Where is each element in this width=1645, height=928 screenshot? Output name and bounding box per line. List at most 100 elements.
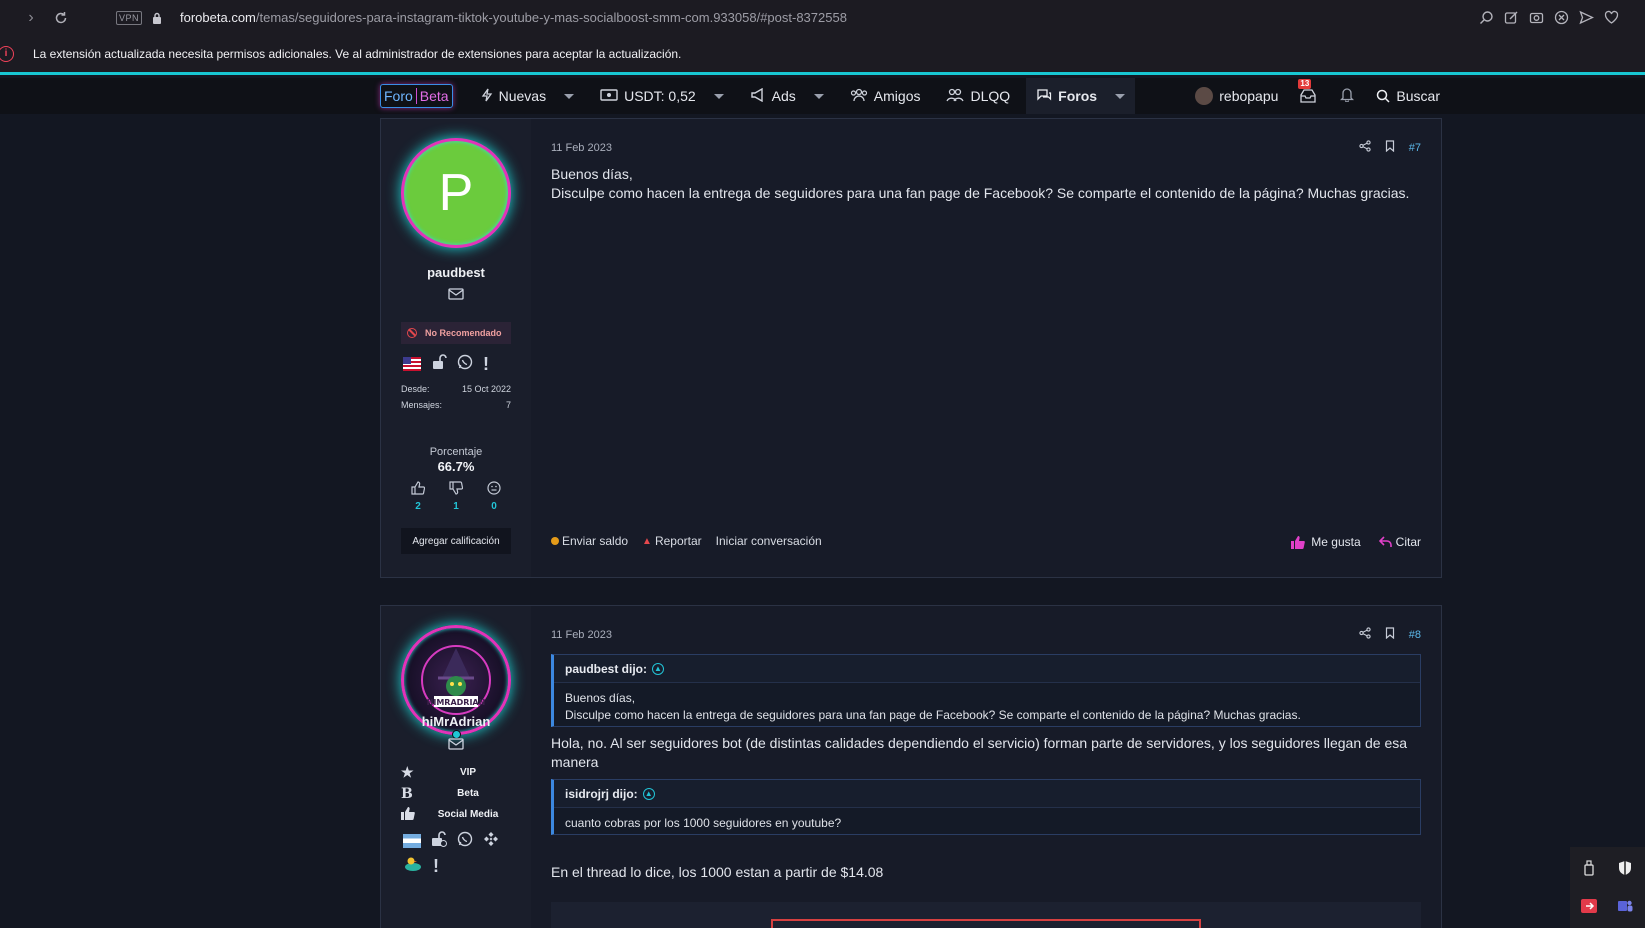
embedded-image[interactable]: [551, 902, 1421, 928]
heart-icon[interactable]: [1603, 10, 1619, 26]
post-date[interactable]: 11 Feb 2023: [551, 142, 612, 154]
zoom-icon[interactable]: [1478, 10, 1494, 26]
chevron-down-icon[interactable]: [813, 93, 824, 99]
send-icon[interactable]: [1578, 10, 1594, 26]
user-votes: 2 1 0: [401, 481, 511, 512]
browser-actions: [1478, 0, 1619, 35]
info-icon: i: [0, 45, 14, 62]
logo-foro: Foro: [384, 88, 417, 104]
url-path: /temas/seguidores-para-instagram-tiktok-…: [255, 10, 847, 25]
nav-amigos[interactable]: Amigos: [850, 88, 920, 105]
camera-icon[interactable]: [1528, 10, 1544, 26]
quote-button[interactable]: Citar: [1378, 535, 1421, 549]
lock-icon[interactable]: [152, 12, 162, 24]
avatar: [1195, 87, 1214, 105]
status-badge: No Recomendado: [401, 322, 511, 344]
chevron-down-icon[interactable]: [1115, 93, 1126, 99]
people-icon: [946, 88, 965, 105]
quote-block: paudbest dijo: ▲ Buenos días, Disculpe c…: [551, 654, 1421, 727]
mail-icon[interactable]: [448, 738, 464, 750]
shield-icon[interactable]: [1616, 859, 1634, 877]
search-button[interactable]: Buscar: [1376, 88, 1440, 104]
arrow-up-icon[interactable]: ▲: [642, 787, 655, 800]
arrow-up-icon[interactable]: ▲: [652, 662, 664, 675]
vpn-badge[interactable]: VPN: [116, 10, 143, 25]
role-vip: ★ VIP: [401, 762, 511, 783]
bell-icon[interactable]: [1340, 87, 1355, 105]
post-message: Buenos días, Disculpe como hacen la entr…: [551, 165, 1409, 203]
quote-header[interactable]: paudbest dijo: ▲: [554, 655, 1420, 683]
nav-foros[interactable]: Foros: [1026, 78, 1136, 114]
share-icon[interactable]: [1359, 140, 1371, 155]
search-label: Buscar: [1396, 88, 1440, 104]
forum-post-8: HIMRADRIAN hiMrAdrian ★ VIP B Beta Social …: [380, 605, 1442, 928]
nav-ads[interactable]: Ads: [750, 87, 824, 105]
reload-icon[interactable]: [46, 3, 76, 33]
chevron-down-icon[interactable]: [713, 93, 724, 99]
post-header: 11 Feb 2023 #8: [551, 627, 1421, 643]
role-social-media: Social Media: [401, 804, 511, 825]
status-badge-label: No Recomendado: [425, 328, 502, 338]
quote-block: isidrojrj dijo: ▲ cuanto cobras por los …: [551, 779, 1421, 835]
user-badges-extra: !: [403, 856, 439, 876]
forum-post-7: P paudbest No Recomendado ! Desde: 15 Oct…: [380, 118, 1442, 578]
quote-body: cuanto cobras por los 1000 seguidores en…: [554, 808, 1420, 834]
quote-header[interactable]: isidrojrj dijo: ▲: [554, 780, 1420, 808]
avatar[interactable]: P: [401, 138, 511, 248]
nav-usdt[interactable]: USDT: 0,52: [600, 88, 724, 104]
role-beta: B Beta: [401, 783, 511, 804]
role-label: Social Media: [437, 809, 499, 820]
usb-icon[interactable]: [1580, 859, 1598, 877]
bookmark-icon[interactable]: [1385, 627, 1395, 642]
chevron-down-icon[interactable]: [564, 93, 575, 99]
coin-icon: [551, 537, 559, 545]
site-logo[interactable]: Foro Beta: [380, 84, 453, 108]
whatsapp-icon[interactable]: [457, 354, 473, 374]
nav-nuevas[interactable]: Nuevas: [481, 88, 575, 105]
vote-up-count: 2: [415, 501, 421, 512]
report-link[interactable]: ▲ Reportar: [642, 534, 702, 548]
extension-banner-text[interactable]: La extensión actualizada necesita permis…: [33, 47, 681, 61]
ban-icon: [407, 328, 417, 338]
messages-value: 7: [505, 400, 511, 410]
send-balance-link[interactable]: Enviar saldo: [551, 534, 628, 548]
user-roles: ★ VIP B Beta Social Media: [401, 762, 511, 825]
address-bar[interactable]: forobeta.com/temas/seguidores-para-insta…: [180, 10, 847, 25]
quote-body: Buenos días, Disculpe como hacen la entr…: [554, 683, 1420, 726]
logo-beta: Beta: [419, 88, 449, 104]
percentage-label: Porcentaje: [429, 446, 483, 458]
post-username[interactable]: paudbest: [381, 265, 531, 280]
remote-desktop-icon[interactable]: [1580, 897, 1598, 915]
reply-text: En el thread lo dice, los 1000 estan a p…: [551, 864, 884, 880]
nav-dlqq[interactable]: DLQQ: [946, 88, 1010, 105]
edit-icon[interactable]: [1503, 10, 1519, 26]
add-rating-button[interactable]: Agregar calificación: [401, 528, 511, 554]
start-conversation-link[interactable]: Iniciar conversación: [716, 534, 822, 548]
post-number[interactable]: #7: [1409, 142, 1421, 154]
share-icon[interactable]: [1359, 627, 1371, 642]
thumbs-up-icon: [411, 481, 426, 499]
since-value: 15 Oct 2022: [461, 384, 511, 394]
account-menu[interactable]: rebopapu: [1195, 87, 1278, 105]
post-footer-actions: Enviar saldo ▲ Reportar Iniciar conversac…: [551, 534, 822, 548]
like-button[interactable]: Me gusta: [1291, 535, 1361, 549]
unlock-check-icon: [431, 831, 447, 851]
site-navbar: Foro Beta Nuevas USDT: 0,52 Ads Amigos D…: [0, 78, 1645, 114]
inbox-button[interactable]: 13: [1298, 79, 1318, 105]
vote-down[interactable]: 1: [445, 481, 467, 512]
bookmark-icon[interactable]: [1385, 140, 1395, 155]
post-number[interactable]: #8: [1409, 629, 1421, 641]
forward-icon[interactable]: ›: [16, 3, 46, 33]
exclamation-icon: !: [483, 354, 489, 374]
since-label: Desde:: [401, 384, 430, 394]
vote-up[interactable]: 2: [407, 481, 429, 512]
teams-icon[interactable]: [1616, 897, 1634, 915]
vote-neutral[interactable]: 0: [483, 481, 505, 512]
post-username[interactable]: hiMrAdrian: [381, 714, 531, 729]
mail-icon[interactable]: [448, 288, 464, 300]
whatsapp-icon[interactable]: [457, 831, 473, 851]
block-icon[interactable]: [1553, 10, 1569, 26]
wizard-avatar-image: HIMRADRIAN: [421, 645, 491, 715]
alarm-icon: ▲: [642, 535, 652, 547]
post-date[interactable]: 11 Feb 2023: [551, 629, 612, 641]
